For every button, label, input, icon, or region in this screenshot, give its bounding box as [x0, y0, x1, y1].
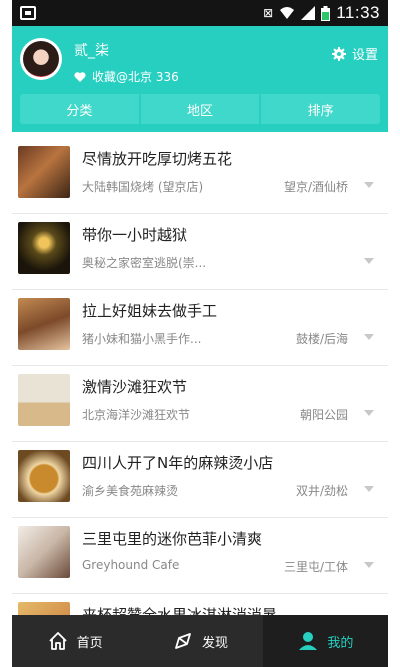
segment-sort[interactable]: 排序	[259, 94, 380, 124]
item-title: 尽情放开吃厚切烤五花	[82, 150, 233, 168]
bottom-tab-bar: 首页 发现 我的	[12, 615, 388, 667]
compass-icon	[175, 633, 191, 649]
heart-icon	[74, 71, 86, 82]
list-item[interactable]: 激情沙滩狂欢节 北京海洋沙滩狂欢节 朝阳公园	[12, 366, 388, 442]
thumbnail	[18, 298, 70, 350]
tab-discover[interactable]: 发现	[137, 615, 262, 667]
mute-icon: ⊠	[263, 6, 274, 20]
item-title: 拉上好姐妹去做手工	[82, 302, 218, 320]
home-icon	[49, 632, 67, 650]
item-title: 带你一小时越狱	[82, 226, 188, 244]
segment-region[interactable]: 地区	[138, 94, 260, 124]
list-item[interactable]: 带你一小时越狱 奥秘之家密室逃脱(崇...	[12, 214, 388, 290]
item-area: 望京/酒仙桥	[283, 180, 348, 194]
wifi-icon	[280, 7, 295, 19]
item-venue: Greyhound Cafe	[82, 558, 180, 572]
thumbnail	[18, 526, 70, 578]
chevron-down-icon[interactable]	[364, 334, 374, 340]
thumbnail	[18, 146, 70, 198]
tab-mine-label: 我的	[327, 635, 354, 651]
tab-mine[interactable]: 我的	[262, 615, 388, 667]
item-venue: 渝乡美食苑麻辣烫	[82, 484, 179, 498]
chevron-down-icon[interactable]	[364, 486, 374, 492]
favorites-label: 收藏@北京 336	[92, 70, 179, 84]
chevron-down-icon[interactable]	[364, 562, 374, 568]
item-title: 四川人开了N年的麻辣烫小店	[82, 454, 274, 472]
tab-home-label: 首页	[76, 635, 103, 651]
item-venue: 猪小妹和猫小黑手作...	[82, 332, 202, 346]
favorites-count[interactable]: 收藏@北京 336	[74, 68, 179, 85]
clock: 11:33	[336, 3, 380, 22]
segment-category[interactable]: 分类	[20, 94, 139, 124]
status-bar: ⊠ 11:33	[12, 0, 388, 26]
thumbnail	[18, 374, 70, 426]
profile-header: 贰_柒 收藏@北京 336 设置 分类 地区 排序	[12, 26, 388, 132]
avatar[interactable]	[20, 38, 62, 80]
signal-icon	[301, 6, 316, 20]
chevron-down-icon[interactable]	[364, 410, 374, 416]
notification-icon	[20, 6, 36, 20]
item-title: 来杯超赞全水果冰淇淋消消暑	[82, 606, 278, 615]
tab-home[interactable]: 首页	[12, 615, 137, 667]
item-venue: 大陆韩国烧烤 (望京店)	[82, 180, 204, 194]
list-item[interactable]: 来杯超赞全水果冰淇淋消消暑	[12, 594, 388, 615]
chevron-down-icon[interactable]	[364, 182, 374, 188]
item-area: 鼓楼/后海	[295, 332, 348, 346]
gear-icon	[331, 46, 346, 61]
thumbnail	[18, 450, 70, 502]
item-area: 三里屯/工体	[283, 560, 348, 574]
item-area: 双井/劲松	[295, 484, 348, 498]
username: 贰_柒	[74, 43, 109, 59]
list-item[interactable]: 拉上好姐妹去做手工 猪小妹和猫小黑手作... 鼓楼/后海	[12, 290, 388, 366]
battery-icon	[321, 5, 331, 21]
list-item[interactable]: 四川人开了N年的麻辣烫小店 渝乡美食苑麻辣烫 双井/劲松	[12, 442, 388, 518]
item-title: 激情沙滩狂欢节	[82, 378, 188, 396]
list-item[interactable]: 尽情放开吃厚切烤五花 大陆韩国烧烤 (望京店) 望京/酒仙桥	[12, 138, 388, 214]
item-venue: 北京海洋沙滩狂欢节	[82, 408, 191, 422]
favorites-list: 尽情放开吃厚切烤五花 大陆韩国烧烤 (望京店) 望京/酒仙桥 带你一小时越狱 奥…	[12, 138, 388, 615]
thumbnail	[18, 222, 70, 274]
list-item[interactable]: 三里屯里的迷你芭菲小清爽 Greyhound Cafe 三里屯/工体	[12, 518, 388, 594]
item-area: 朝阳公园	[299, 408, 348, 422]
thumbnail	[18, 602, 70, 615]
filter-segments: 分类 地区 排序	[20, 94, 380, 124]
tab-discover-label: 发现	[201, 635, 228, 651]
item-venue: 奥秘之家密室逃脱(崇...	[82, 256, 207, 270]
chevron-down-icon[interactable]	[364, 258, 374, 264]
item-title: 三里屯里的迷你芭菲小清爽	[82, 530, 263, 548]
settings-button[interactable]: 设置	[331, 44, 378, 63]
user-icon	[299, 632, 318, 650]
settings-label: 设置	[351, 48, 378, 63]
